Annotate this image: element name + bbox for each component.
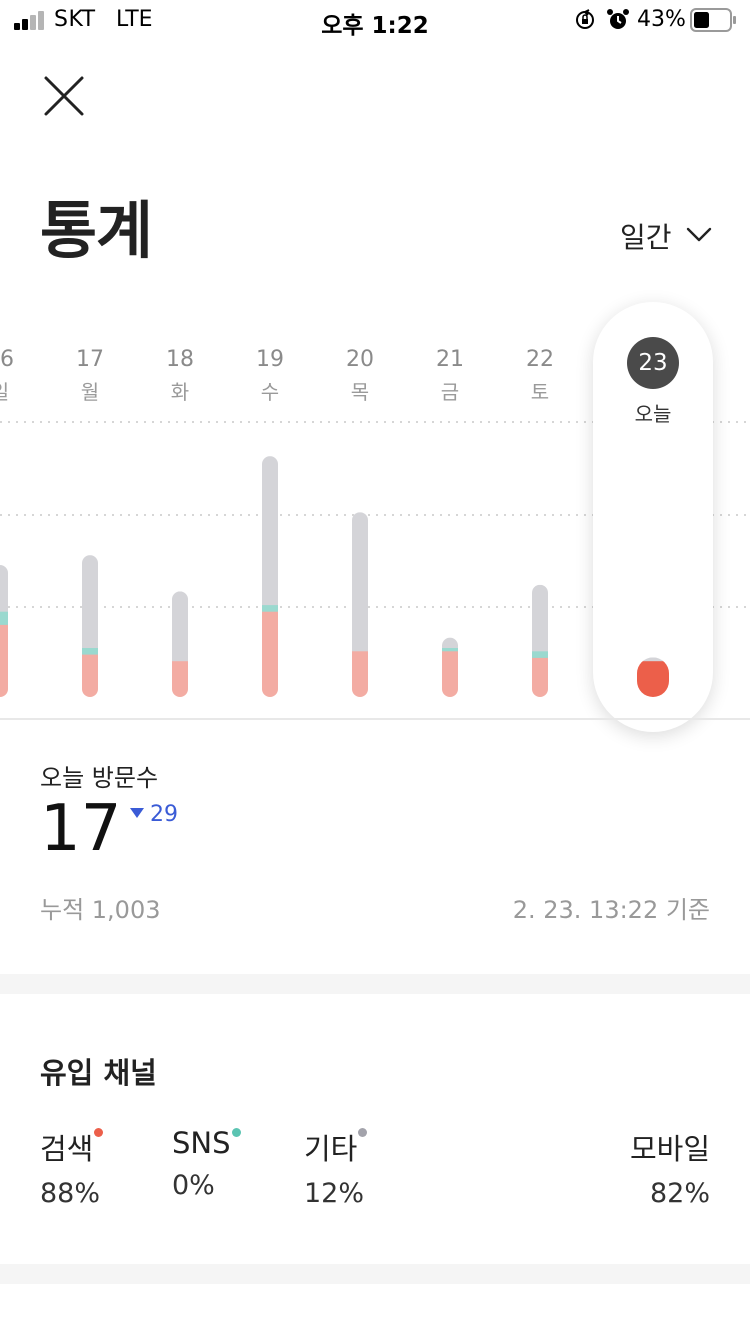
day-number: 18 <box>166 347 194 372</box>
channel-value: 12% <box>304 1178 365 1209</box>
channel-dot <box>358 1128 368 1137</box>
today-pill[interactable]: 23 오늘 <box>593 302 713 732</box>
day-label-16[interactable]: 16 일 <box>0 347 30 405</box>
period-label: 일간 <box>620 221 672 254</box>
channel-name: SNS <box>172 1126 231 1160</box>
today-date: 23 <box>627 337 679 389</box>
alarm-icon <box>607 9 629 29</box>
day-number: 22 <box>526 347 554 372</box>
day-label-21[interactable]: 21 금 <box>420 347 480 405</box>
as-of-timestamp: 2. 23. 13:22 기준 <box>512 896 710 924</box>
day-label-19[interactable]: 19 수 <box>240 347 300 405</box>
mobile-value: 82% <box>649 1178 710 1209</box>
period-dropdown[interactable]: 일간 <box>620 214 720 256</box>
today-label: 오늘 <box>634 402 672 426</box>
section-divider <box>0 974 750 994</box>
mobile-name: 모바일 <box>629 1132 710 1166</box>
battery-icon <box>690 8 736 32</box>
day-weekday: 월 <box>80 380 100 404</box>
visit-label: 오늘 방문수 <box>40 764 159 792</box>
channel-value: 0% <box>172 1170 215 1201</box>
visit-summary: 오늘 방문수 17 29 누적 1,003 2. 23. 13:22 기준 <box>0 720 750 974</box>
day-number: 17 <box>76 347 104 372</box>
day-label-18[interactable]: 18 화 <box>150 347 210 405</box>
channel-dot <box>231 1128 241 1137</box>
battery-percent: 43% <box>637 7 686 32</box>
page-title: 통계 <box>40 194 153 267</box>
rotation-lock-icon <box>576 9 594 29</box>
day-number: 21 <box>436 347 464 372</box>
close-icon[interactable] <box>40 72 88 120</box>
chevron-down-icon <box>686 227 712 242</box>
cumulative-visits: 누적 1,003 <box>40 896 161 924</box>
channel-other: 기타 12% <box>304 1126 368 1209</box>
section-divider <box>0 1264 750 1284</box>
day-weekday: 토 <box>530 380 550 404</box>
day-label-22[interactable]: 22 토 <box>510 347 570 405</box>
channel-title: 유입 채널 <box>40 1056 157 1090</box>
visit-delta: 29 <box>130 802 178 827</box>
day-weekday: 화 <box>170 380 190 404</box>
visit-count: 17 <box>40 792 122 866</box>
day-weekday: 일 <box>0 376 30 405</box>
day-weekday: 목 <box>350 380 370 404</box>
channel-search: 검색 88% <box>40 1126 104 1209</box>
inflow-channels: 유입 채널 검색 88% SNS 0% 기타 12% 모바일 82% <box>0 994 750 1264</box>
visit-delta-value: 29 <box>150 802 178 827</box>
day-number: 20 <box>346 347 374 372</box>
daily-visits-chart: 23 오늘 16 일 17 월 18 화 19 수 20 목 21 금 22 토 <box>0 300 750 740</box>
arrow-down-icon <box>130 808 144 818</box>
day-label-17[interactable]: 17 월 <box>60 347 120 405</box>
channel-sns: SNS 0% <box>172 1126 241 1201</box>
channel-dot <box>94 1128 104 1137</box>
status-bar: SKT LTE 오후 1:22 43% <box>0 0 750 40</box>
day-weekday: 수 <box>260 380 280 404</box>
channel-value: 88% <box>40 1178 101 1209</box>
channel-mobile: 모바일 82% <box>630 1126 710 1209</box>
day-number: 19 <box>256 347 284 372</box>
channel-name: 기타 <box>304 1132 358 1166</box>
day-number: 16 <box>0 347 14 372</box>
day-weekday: 금 <box>440 380 460 404</box>
channel-name: 검색 <box>40 1132 94 1166</box>
day-label-20[interactable]: 20 목 <box>330 347 390 405</box>
